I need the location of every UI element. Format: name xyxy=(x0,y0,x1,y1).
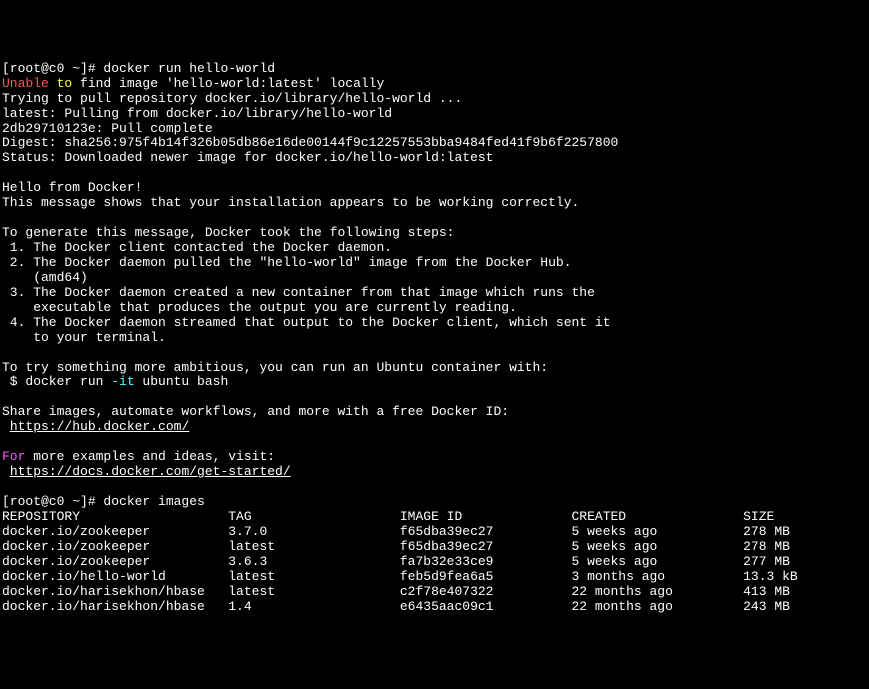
output-line: to your terminal. xyxy=(2,331,867,346)
output-line: Status: Downloaded newer image for docke… xyxy=(2,151,867,166)
error-keyword-to: to xyxy=(49,76,72,91)
table-row: docker.io/harisekhon/hbase latest c2f78e… xyxy=(2,585,867,600)
shell-prompt: [root@c0 ~]# xyxy=(2,61,103,76)
command: docker images xyxy=(103,494,204,509)
shell-prompt: [root@c0 ~]# xyxy=(2,494,103,509)
output-line: $ docker run xyxy=(2,374,111,389)
images-table: REPOSITORY TAG IMAGE ID CREATED SIZEdock… xyxy=(2,510,867,615)
output-line: Digest: sha256:975f4b14f326b05db86e16de0… xyxy=(2,136,867,151)
table-row: docker.io/zookeeper latest f65dba39ec27 … xyxy=(2,540,867,555)
output-line: (amd64) xyxy=(2,271,867,286)
flag: -it xyxy=(111,374,134,389)
output-line: 2db29710123e: Pull complete xyxy=(2,122,867,137)
command: docker run hello-world xyxy=(103,61,275,76)
output-line: more examples and ideas, visit: xyxy=(25,449,275,464)
terminal-output[interactable]: [root@c0 ~]# docker run hello-world Unabl… xyxy=(2,62,867,615)
output-line: 1. The Docker client contacted the Docke… xyxy=(2,241,867,256)
output-line: 4. The Docker daemon streamed that outpu… xyxy=(2,316,867,331)
error-rest: find image 'hello-world:latest' locally xyxy=(72,76,384,91)
output-line: To generate this message, Docker took th… xyxy=(2,226,867,241)
output-line: Trying to pull repository docker.io/libr… xyxy=(2,92,867,107)
output-line: 2. The Docker daemon pulled the "hello-w… xyxy=(2,256,867,271)
output-line: To try something more ambitious, you can… xyxy=(2,361,867,376)
output-line: ubuntu bash xyxy=(135,374,229,389)
table-row: docker.io/hello-world latest feb5d9fea6a… xyxy=(2,570,867,585)
output-line: executable that produces the output you … xyxy=(2,301,867,316)
table-row: docker.io/zookeeper 3.7.0 f65dba39ec27 5… xyxy=(2,525,867,540)
output-line: Share images, automate workflows, and mo… xyxy=(2,405,867,420)
output-line: latest: Pulling from docker.io/library/h… xyxy=(2,107,867,122)
output-line: This message shows that your installatio… xyxy=(2,196,867,211)
output-line: 3. The Docker daemon created a new conta… xyxy=(2,286,867,301)
for-keyword: For xyxy=(2,449,25,464)
docs-link[interactable]: https://docs.docker.com/get-started/ xyxy=(10,464,291,479)
hub-link[interactable]: https://hub.docker.com/ xyxy=(10,419,189,434)
error-keyword: Unable xyxy=(2,76,49,91)
table-row: docker.io/harisekhon/hbase 1.4 e6435aac0… xyxy=(2,600,867,615)
output-line: Hello from Docker! xyxy=(2,181,867,196)
